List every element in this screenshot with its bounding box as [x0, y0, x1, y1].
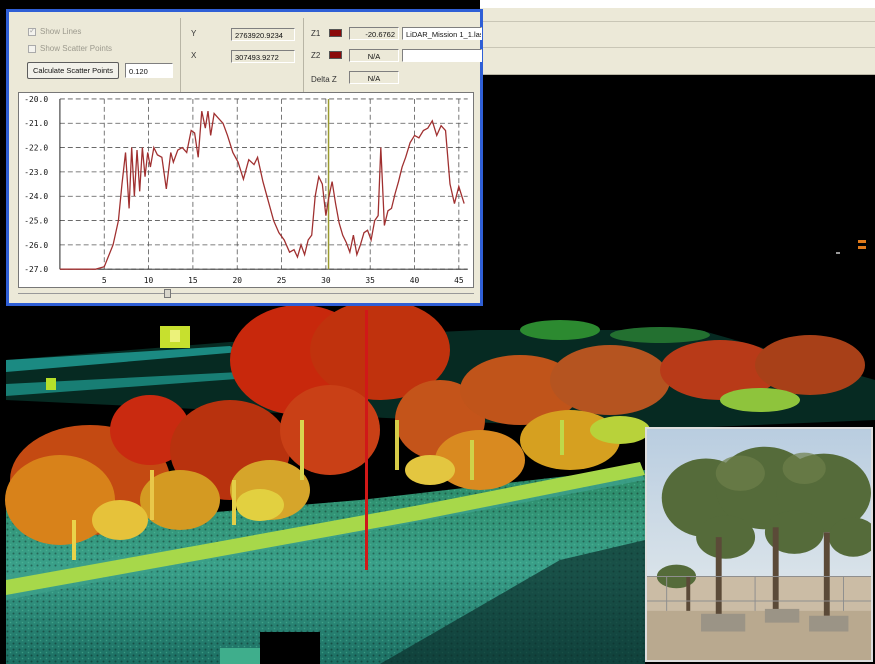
- z1-file-field[interactable]: LiDAR_Mission 1_1.las: [402, 27, 482, 40]
- show-scatter-points-checkbox[interactable]: [28, 45, 36, 53]
- x-tick-label: 5: [102, 276, 107, 285]
- x-tick-label: 15: [188, 276, 198, 285]
- group-separator: [180, 18, 181, 92]
- x-label: X: [191, 51, 197, 60]
- y-tick-label: -21.0: [24, 119, 48, 128]
- x-tick-label: 30: [321, 276, 331, 285]
- scrollbar-thumb[interactable]: [164, 289, 171, 298]
- y-tick-label: -25.0: [24, 217, 48, 226]
- scrollbar-track: [18, 293, 474, 294]
- show-lines-checkbox[interactable]: [28, 26, 36, 36]
- elevation-profile-chart[interactable]: -20.0 -21.0 -22.0 -23.0 -24.0 -25.0 -26.0 -27.0…: [18, 92, 474, 288]
- z1-color-swatch[interactable]: [329, 29, 342, 37]
- z1-value-field: -20.6762: [349, 27, 399, 40]
- x-tick-label: 25: [277, 276, 287, 285]
- elevation-profile-line: [59, 110, 465, 270]
- site-photo-inset: [645, 427, 873, 662]
- show-lines-label: Show Lines: [40, 27, 82, 36]
- show-scatter-points-label: Show Scatter Points: [40, 44, 113, 53]
- profile-section-line: [365, 310, 368, 570]
- y-tick-label: -23.0: [24, 168, 48, 177]
- z1-label: Z1: [311, 29, 321, 38]
- y-tick-label: -27.0: [24, 265, 48, 274]
- group-separator: [303, 18, 304, 92]
- z2-value-field: N/A: [349, 49, 399, 62]
- calculate-scatter-points-button[interactable]: Calculate Scatter Points: [27, 62, 119, 79]
- delta-z-label: Delta Z: [311, 75, 337, 84]
- profile-scrollbar[interactable]: [18, 289, 474, 298]
- x-tick-label: 40: [410, 276, 420, 285]
- y-label: Y: [191, 29, 197, 38]
- spacing-input[interactable]: 0.120: [125, 63, 173, 78]
- x-tick-label: 45: [454, 276, 464, 285]
- y-value-field: 2763920.9234: [231, 28, 295, 41]
- x-tick-label: 10: [144, 276, 154, 285]
- y-tick-label: -24.0: [24, 192, 48, 201]
- x-tick-label: 20: [232, 276, 242, 285]
- x-tick-label: 35: [365, 276, 375, 285]
- distant-points: [836, 240, 866, 254]
- z2-label: Z2: [311, 51, 321, 60]
- y-tick-label: -22.0: [24, 144, 48, 153]
- x-value-field: 307493.9272: [231, 50, 295, 63]
- y-tick-label: -26.0: [24, 241, 48, 250]
- y-tick-label: -20.0: [24, 95, 48, 104]
- z2-file-field[interactable]: [402, 49, 482, 62]
- z2-color-swatch[interactable]: [329, 51, 342, 59]
- profile-tool-window[interactable]: Show Lines Show Scatter Points Calculate…: [6, 9, 483, 306]
- delta-z-value-field: N/A: [349, 71, 399, 84]
